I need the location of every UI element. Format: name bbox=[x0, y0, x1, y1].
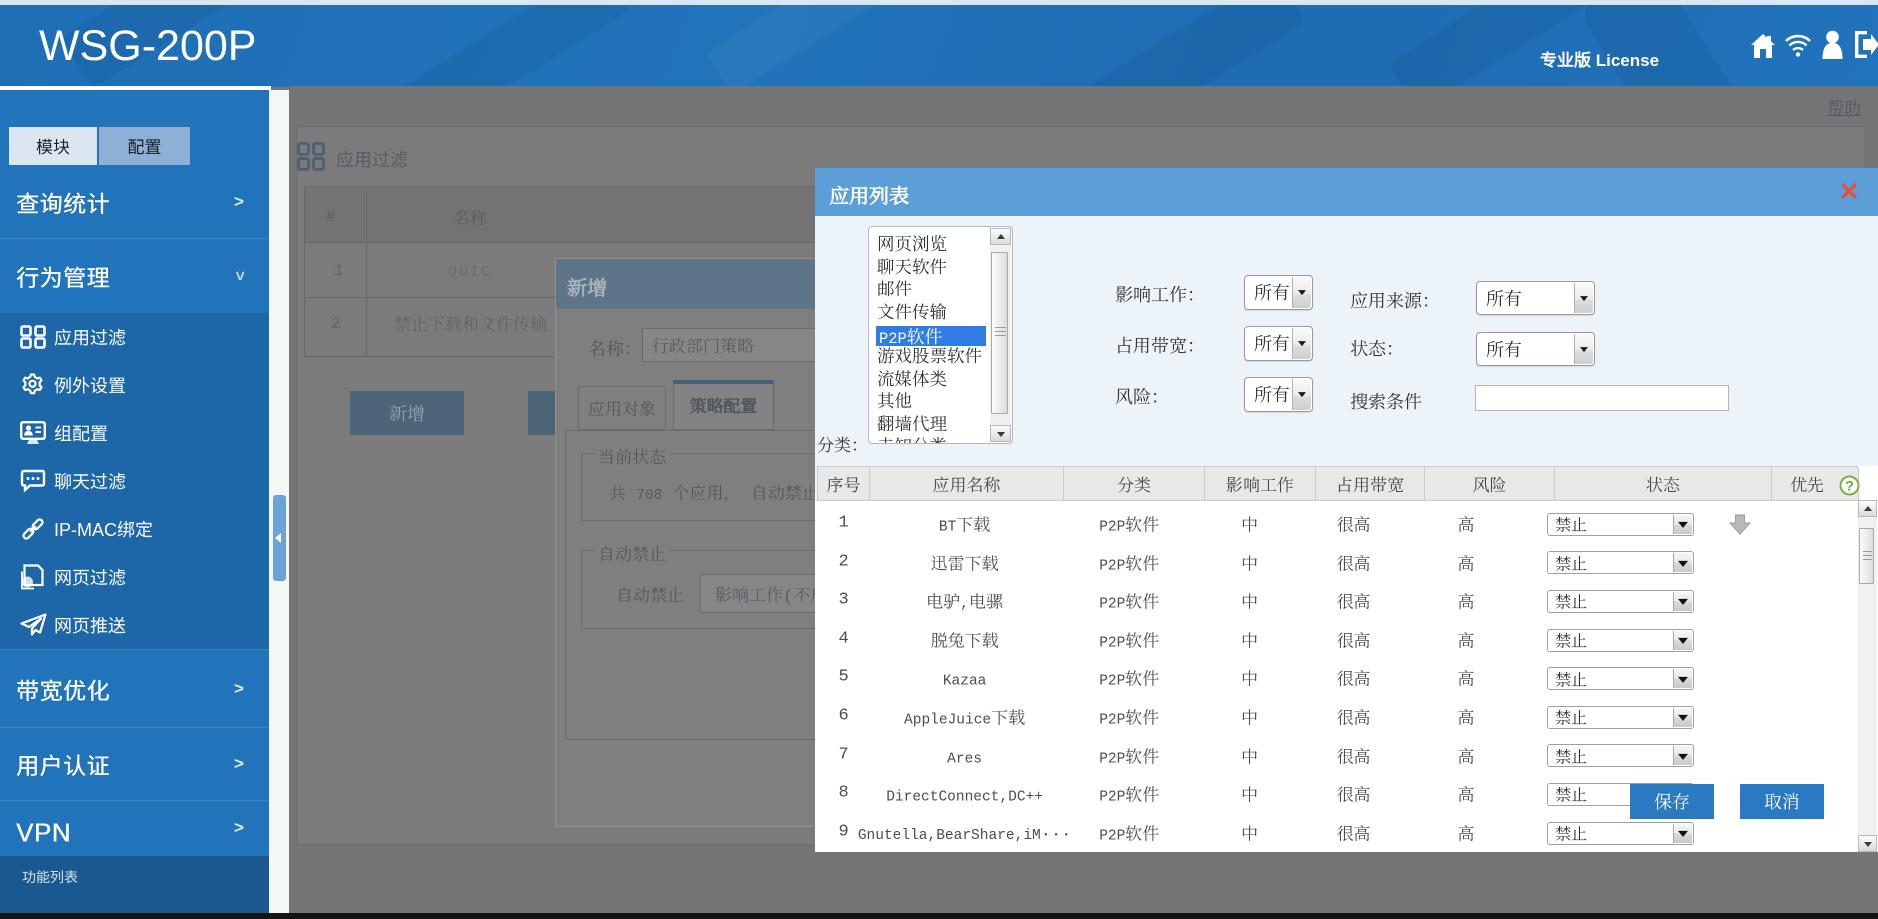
svg-text:?: ? bbox=[1845, 478, 1854, 494]
